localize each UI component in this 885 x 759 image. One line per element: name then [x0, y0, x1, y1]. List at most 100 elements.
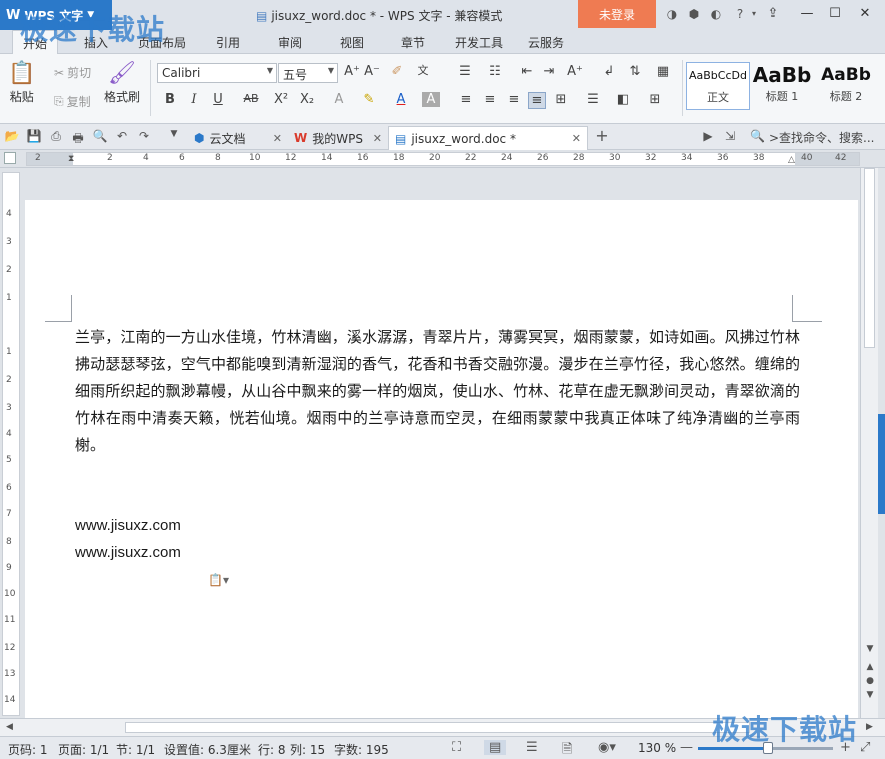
close-icon[interactable]: ✕ [852, 2, 878, 26]
save-icon[interactable]: 💾 [26, 129, 42, 143]
bold-icon[interactable]: B [161, 92, 179, 107]
tab-list-icon[interactable]: ▶ [700, 129, 716, 143]
document-paragraph[interactable]: 兰亭，江南的一方山水佳境，竹林清幽，溪水潺潺，青翠片片，薄雾冥冥，烟雨蒙蒙，如诗… [75, 324, 800, 459]
tab-references[interactable]: 引用 [216, 34, 240, 51]
tab-chapter[interactable]: 章节 [401, 34, 425, 51]
maximize-icon[interactable]: ☐ [822, 2, 848, 26]
tab-view[interactable]: 视图 [340, 34, 364, 51]
scroll-thumb[interactable] [864, 168, 875, 348]
font-color-icon[interactable]: A [392, 92, 410, 107]
indent-marker-icon[interactable]: ⧗ [68, 154, 74, 164]
new-tab-icon[interactable]: + [594, 126, 610, 145]
redo-icon[interactable]: ↷ [136, 129, 152, 143]
open-folder-icon[interactable]: 📂 [4, 129, 20, 143]
zoom-out-icon[interactable]: — [680, 740, 693, 755]
tab-developer[interactable]: 开发工具 [455, 34, 503, 51]
right-indent-marker-icon[interactable]: △ [788, 155, 795, 165]
fit-window-icon[interactable]: ⤢ [860, 740, 870, 755]
page-view-icon[interactable]: ▤ [484, 740, 507, 755]
clear-format-icon[interactable]: ✐ [388, 64, 406, 79]
prev-page-icon[interactable]: ▲ [864, 662, 876, 672]
tab-cloud-docs[interactable]: ⬢ 云文档 ✕ [188, 126, 288, 150]
tab-review[interactable]: 审阅 [278, 34, 302, 51]
show-marks-icon[interactable]: ↲ [600, 64, 618, 79]
undo-icon[interactable]: ↶ [114, 129, 130, 143]
borders-icon[interactable]: ⊞ [646, 92, 664, 107]
select-browse-icon[interactable]: ● [864, 676, 876, 686]
style-heading-1[interactable]: AaBb 标题 1 [750, 62, 814, 110]
chinese-layout-icon[interactable]: A⁺ [566, 64, 584, 79]
cube-icon[interactable]: ⬢ [686, 6, 702, 22]
login-button[interactable]: 未登录 [578, 0, 656, 28]
style-normal[interactable]: AaBbCcDd 正文 [686, 62, 750, 110]
format-painter-button[interactable]: 🖌 格式刷 [104, 60, 140, 105]
zoom-percent[interactable]: 130 % [638, 741, 676, 755]
document-page[interactable]: 兰亭，江南的一方山水佳境，竹林清幽，溪水潺潺，青翠片片，薄雾冥冥，烟雨蒙蒙，如诗… [25, 200, 858, 720]
decrease-indent-icon[interactable]: ⇤ [518, 64, 536, 79]
scroll-thumb[interactable] [125, 722, 750, 733]
scroll-left-icon[interactable]: ◀ [6, 722, 13, 732]
web-view-icon[interactable]: 🗎 [562, 740, 572, 759]
italic-icon[interactable]: I [185, 92, 203, 107]
superscript-icon[interactable]: X² [272, 92, 290, 107]
document-url-line[interactable]: www.jisuxz.com [75, 517, 181, 534]
line-spacing-icon[interactable]: ☰ [584, 92, 602, 107]
shading-icon[interactable]: ◧ [614, 92, 632, 107]
increase-indent-icon[interactable]: ⇥ [540, 64, 558, 79]
bullets-icon[interactable]: ☰ [456, 64, 474, 79]
horizontal-ruler[interactable]: 2 2 4 6 8 10 12 14 16 18 20 22 24 26 28 … [0, 150, 885, 168]
document-url-line[interactable]: www.jisuxz.com [75, 544, 181, 561]
font-size-select[interactable]: 五号 ▼ [278, 63, 338, 83]
strikethrough-icon[interactable]: AB [242, 92, 260, 105]
font-name-select[interactable]: Calibri ▼ [157, 63, 277, 83]
underline-icon[interactable]: U [209, 92, 227, 107]
align-left-icon[interactable]: ≡ [457, 92, 475, 107]
close-icon[interactable]: ✕ [572, 132, 581, 145]
align-center-icon[interactable]: ≡ [481, 92, 499, 107]
vertical-scrollbar[interactable]: ▼ ▲ ● ▼ [860, 168, 878, 718]
tab-stop-selector-icon[interactable] [4, 152, 16, 164]
side-panel-handle[interactable] [878, 414, 885, 514]
distribute-icon[interactable]: ⊞ [552, 92, 570, 107]
subscript-icon[interactable]: X₂ [298, 92, 316, 107]
text-effect-icon[interactable]: A [330, 92, 348, 107]
vertical-ruler[interactable]: 4 3 2 1 1 2 3 4 5 6 7 8 9 10 11 12 13 14 [2, 172, 20, 716]
print-icon[interactable]: 🖶 [70, 129, 86, 150]
numbering-icon[interactable]: ☷ [486, 64, 504, 79]
tab-document[interactable]: ▤ jisuxz_word.doc * ✕ [388, 126, 588, 150]
pinyin-icon[interactable]: 文 [414, 62, 432, 78]
minimize-icon[interactable]: — [794, 2, 820, 26]
eye-protection-icon[interactable]: ◉▾ [598, 740, 616, 755]
copy-button[interactable]: ⎘ 复制 [54, 93, 91, 110]
scroll-right-icon[interactable]: ▶ [866, 722, 873, 732]
highlight-icon[interactable]: ✎ [360, 92, 378, 107]
align-right-icon[interactable]: ≡ [505, 92, 523, 107]
char-shading-icon[interactable]: A [422, 92, 440, 107]
justify-icon[interactable]: ≡ [528, 92, 546, 109]
export-pdf-icon[interactable]: ⎙ [48, 129, 64, 144]
paste-button[interactable]: 📋 粘贴 [8, 60, 35, 105]
document-workspace[interactable]: 兰亭，江南的一方山水佳境，竹林清幽，溪水潺潺，青翠片片，薄雾冥冥，烟雨蒙蒙，如诗… [22, 168, 860, 720]
cut-button[interactable]: ✂ 剪切 [54, 64, 91, 81]
outline-view-icon[interactable]: ☰ [526, 740, 538, 755]
print-preview-icon[interactable]: 🔍 [92, 129, 108, 143]
shrink-font-icon[interactable]: A⁻ [363, 64, 381, 79]
tab-menu-icon[interactable]: ⇲ [722, 129, 738, 143]
close-icon[interactable]: ✕ [273, 132, 282, 145]
command-search-input[interactable]: >查找命令、搜索... [769, 129, 875, 146]
close-icon[interactable]: ✕ [373, 132, 382, 145]
fullscreen-icon[interactable]: ⛶ [452, 740, 461, 755]
sort-icon[interactable]: ⇅ [626, 64, 644, 79]
grow-font-icon[interactable]: A⁺ [343, 64, 361, 79]
share-icon[interactable]: ◐ [708, 6, 724, 22]
ribbon-toggle-icon[interactable]: ⇪ [760, 2, 786, 26]
style-heading-2[interactable]: AaBb 标题 2 [814, 62, 878, 110]
table-icon[interactable]: ▦ [654, 64, 672, 79]
paste-options-icon[interactable]: 📋▾ [208, 573, 229, 587]
tab-cloud[interactable]: 云服务 [528, 34, 564, 51]
customize-dropdown-icon[interactable]: ▼ [166, 129, 182, 139]
scroll-down-icon[interactable]: ▼ [864, 644, 876, 654]
skin-icon[interactable]: ◑ [664, 6, 680, 22]
next-page-icon[interactable]: ▼ [864, 690, 876, 700]
tab-my-wps[interactable]: W 我的WPS ✕ [288, 126, 388, 150]
